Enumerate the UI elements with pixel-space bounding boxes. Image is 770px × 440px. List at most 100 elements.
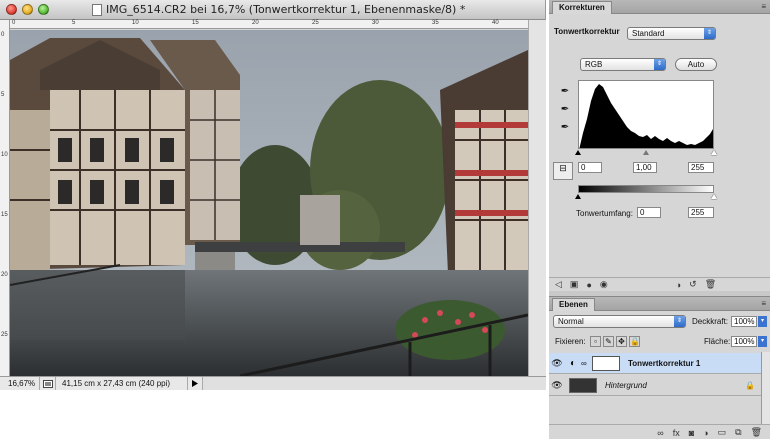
ruler-tick: 10 bbox=[1, 152, 8, 158]
layer-name[interactable]: Tonwertkorrektur 1 bbox=[628, 359, 700, 368]
fill-field[interactable]: 100% bbox=[731, 336, 757, 347]
input-gamma-field[interactable]: 1,00 bbox=[633, 162, 657, 173]
ruler-tick: 30 bbox=[372, 20, 379, 26]
lock-all-icon[interactable]: 🔒 bbox=[629, 336, 640, 347]
preset-value: Standard bbox=[632, 29, 665, 38]
layer-row-adjustment[interactable]: 👁 ◐ ∞ Tonwertkorrektur 1 bbox=[549, 353, 761, 374]
close-button[interactable] bbox=[6, 4, 17, 15]
visibility-toggle-icon[interactable]: ◉ bbox=[600, 279, 608, 290]
midtone-slider[interactable] bbox=[643, 150, 649, 155]
output-black-field[interactable]: 0 bbox=[637, 207, 661, 218]
output-white-field[interactable]: 255 bbox=[688, 207, 714, 218]
ruler-tick: 0 bbox=[12, 20, 16, 26]
panel-dock: Korrekturen ≡ Tonwertkorrektur Standard … bbox=[549, 0, 770, 439]
layers-tabbar: Ebenen ≡ bbox=[549, 297, 770, 311]
levels-adjustment-icon: ◐ bbox=[569, 357, 577, 369]
trash-icon[interactable]: 🗑 bbox=[705, 279, 716, 290]
ruler-tick: 20 bbox=[252, 20, 259, 26]
white-eyedropper-icon[interactable]: ✒ bbox=[559, 122, 571, 134]
layers-footer: ∞ fx ◙ ◑ ▭ ⧉ 🗑 bbox=[549, 424, 770, 440]
input-white-field[interactable]: 255 bbox=[688, 162, 714, 173]
adjustments-tabbar: Korrekturen ≡ bbox=[549, 0, 770, 14]
panel-menu-icon[interactable]: ≡ bbox=[761, 299, 766, 308]
tab-layers[interactable]: Ebenen bbox=[552, 298, 595, 311]
document-dimensions: 41,15 cm x 27,43 cm (240 ppi) bbox=[56, 377, 188, 390]
expand-view-icon[interactable]: ▣ bbox=[570, 279, 579, 290]
tab-adjustments[interactable]: Korrekturen bbox=[552, 1, 612, 14]
output-white-slider[interactable] bbox=[711, 194, 717, 199]
output-levels-label: Tonwertumfang: bbox=[576, 209, 633, 218]
new-adjustment-icon[interactable]: ◑ bbox=[703, 428, 708, 438]
horizontal-scrollbar[interactable] bbox=[202, 377, 546, 390]
ruler-tick: 10 bbox=[132, 20, 139, 26]
ruler-tick: 15 bbox=[192, 20, 199, 26]
document-title: IMG_6514.CR2 bei 16,7% (Tonwertkorrektur… bbox=[92, 3, 465, 16]
ruler-top[interactable]: 0 5 10 15 20 25 30 35 40 bbox=[10, 20, 530, 29]
zoom-button[interactable] bbox=[38, 4, 49, 15]
new-group-icon[interactable]: ▭ bbox=[718, 427, 727, 438]
background-thumbnail[interactable] bbox=[569, 377, 597, 393]
eye-icon[interactable]: 👁 bbox=[549, 380, 565, 391]
fx-icon[interactable]: fx bbox=[673, 428, 680, 438]
window-controls bbox=[6, 4, 49, 15]
fill-slider-arrow-icon[interactable]: ▾ bbox=[758, 336, 767, 347]
ruler-left[interactable]: 0 5 10 15 20 25 bbox=[0, 20, 10, 376]
channel-value: RGB bbox=[585, 60, 603, 69]
vertical-scrollbar[interactable] bbox=[528, 20, 546, 376]
preset-select[interactable]: Standard ⇕ bbox=[627, 27, 716, 40]
auto-button[interactable]: Auto bbox=[675, 58, 717, 71]
document-window: IMG_6514.CR2 bei 16,7% (Tonwertkorrektur… bbox=[0, 0, 546, 390]
status-bar: 16,67% 41,15 cm x 27,43 cm (240 ppi) bbox=[0, 376, 546, 390]
zoom-level[interactable]: 16,67% bbox=[0, 377, 40, 390]
eye-icon[interactable]: 👁 bbox=[549, 358, 565, 369]
document-titlebar[interactable]: IMG_6514.CR2 bei 16,7% (Tonwertkorrektur… bbox=[0, 0, 545, 20]
adjustment-title: Tonwertkorrektur bbox=[554, 27, 620, 36]
gray-eyedropper-icon[interactable]: ✒ bbox=[559, 104, 571, 116]
ruler-tick: 25 bbox=[1, 332, 8, 338]
chevron-down-icon: ⇕ bbox=[674, 316, 685, 327]
lock-label: Fixieren: bbox=[555, 337, 586, 346]
opacity-field[interactable]: 100% bbox=[731, 316, 757, 327]
clip-layer-icon[interactable]: ● bbox=[586, 280, 591, 290]
image-canvas[interactable] bbox=[10, 30, 528, 376]
add-mask-icon[interactable]: ◙ bbox=[689, 428, 694, 438]
output-black-slider[interactable] bbox=[575, 194, 581, 199]
ruler-tick: 35 bbox=[432, 20, 439, 26]
layer-row-background[interactable]: 👁 Hintergrund 🔒 bbox=[549, 375, 761, 396]
back-arrow-icon[interactable]: ◁ bbox=[555, 279, 562, 290]
link-layers-icon[interactable]: ∞ bbox=[657, 428, 663, 438]
histogram bbox=[578, 80, 714, 149]
layers-scrollbar[interactable] bbox=[761, 352, 770, 424]
lock-position-icon[interactable]: ✥ bbox=[616, 336, 627, 347]
ruler-tick: 5 bbox=[1, 92, 5, 98]
layers-panel: Ebenen ≡ Normal ⇕ Deckkraft: 100% ▾ Fixi… bbox=[549, 296, 770, 439]
black-eyedropper-icon[interactable]: ✒ bbox=[559, 86, 571, 98]
white-point-slider[interactable] bbox=[711, 150, 717, 155]
lock-pixels-icon[interactable]: ✎ bbox=[603, 336, 614, 347]
previous-state-icon[interactable]: ◑ bbox=[676, 280, 681, 290]
layer-name[interactable]: Hintergrund bbox=[605, 381, 647, 390]
channel-select[interactable]: RGB ⇕ bbox=[580, 58, 666, 71]
document-title-text: IMG_6514.CR2 bei 16,7% (Tonwertkorrektur… bbox=[106, 3, 466, 16]
input-black-field[interactable]: 0 bbox=[578, 162, 602, 173]
panel-menu-icon[interactable]: ≡ bbox=[761, 2, 766, 11]
chain-link-icon[interactable]: ∞ bbox=[581, 359, 589, 368]
blend-mode-select[interactable]: Normal ⇕ bbox=[553, 315, 686, 328]
reset-icon[interactable]: ↺ bbox=[689, 279, 697, 290]
clip-warning-icon[interactable]: ⊟ bbox=[553, 162, 573, 180]
document-icon bbox=[92, 3, 102, 16]
delete-layer-icon[interactable]: 🗑 bbox=[751, 427, 762, 438]
minimize-button[interactable] bbox=[22, 4, 33, 15]
adjustments-panel: Tonwertkorrektur Standard ⇕ RGB ⇕ Auto ✒… bbox=[549, 14, 770, 291]
ruler-tick: 20 bbox=[1, 272, 8, 278]
black-point-slider[interactable] bbox=[575, 150, 581, 155]
blend-mode-value: Normal bbox=[558, 317, 584, 326]
status-menu-arrow-icon[interactable] bbox=[188, 380, 202, 387]
opacity-label: Deckkraft: bbox=[692, 317, 729, 326]
new-layer-icon[interactable]: ⧉ bbox=[735, 427, 741, 438]
opacity-slider-arrow-icon[interactable]: ▾ bbox=[758, 316, 767, 327]
histogram-shape bbox=[579, 84, 713, 148]
lock-transparency-icon[interactable]: ▫ bbox=[590, 336, 601, 347]
document-status-icon[interactable] bbox=[40, 377, 56, 390]
layer-mask-thumbnail[interactable] bbox=[592, 355, 620, 371]
